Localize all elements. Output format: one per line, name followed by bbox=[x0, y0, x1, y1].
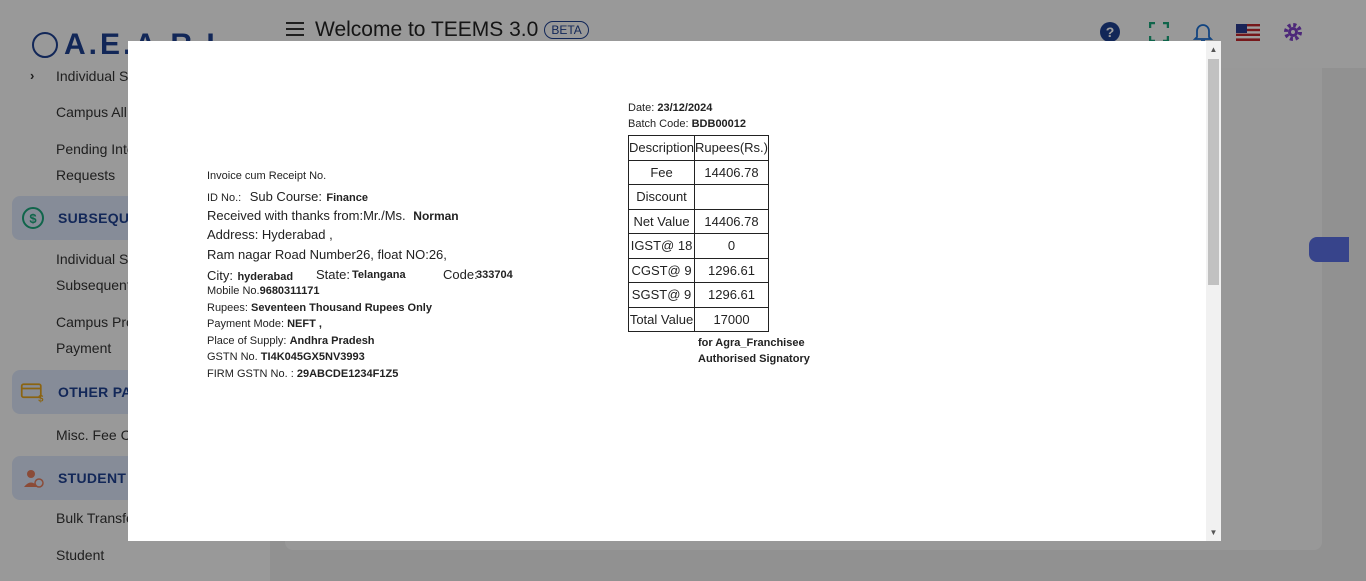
row-description: Total Value bbox=[627, 306, 696, 332]
row-amount: 17000 bbox=[694, 306, 769, 332]
row-description: CGST@ 9 bbox=[627, 257, 696, 283]
row-amount: 14406.78 bbox=[694, 208, 769, 234]
sub-course-value: Finance bbox=[326, 192, 368, 204]
row-amount: 0 bbox=[694, 233, 769, 259]
scroll-thumb[interactable] bbox=[1208, 59, 1219, 285]
payment-mode-value: NEFT , bbox=[287, 318, 322, 330]
row-description: IGST@ 18 bbox=[627, 233, 696, 259]
mobile-value: 9680311171 bbox=[259, 285, 320, 297]
received-value: Norman bbox=[413, 209, 459, 223]
id-subcourse-line: ID No.: Sub Course: Finance bbox=[207, 188, 368, 206]
place-of-supply-line: Place of Supply: Andhra Pradesh bbox=[207, 335, 375, 347]
table-row: SGST@ 9 1296.61 bbox=[627, 282, 769, 308]
place-label: Place of Supply: bbox=[207, 335, 287, 347]
row-description: Fee bbox=[627, 159, 696, 185]
date-line: Date: 23/12/2024 bbox=[628, 102, 712, 114]
row-amount: 1296.61 bbox=[694, 282, 769, 308]
code-label: Code: bbox=[443, 267, 478, 282]
mobile-label: Mobile No. bbox=[207, 285, 260, 297]
batch-value: BDB00012 bbox=[691, 118, 747, 130]
firm-gstn-label: FIRM GSTN No. : bbox=[207, 368, 294, 380]
row-amount: 14406.78 bbox=[694, 159, 769, 185]
place-value: Andhra Pradesh bbox=[289, 335, 375, 347]
batch-label: Batch Code: bbox=[628, 118, 689, 130]
payment-mode-label: Payment Mode: bbox=[207, 318, 285, 330]
modal-scrollbar[interactable]: ▲ ▼ bbox=[1206, 41, 1221, 541]
state-label: State: bbox=[316, 267, 350, 282]
received-label: Received with thanks from:Mr./Ms. bbox=[207, 208, 406, 223]
table-row: Fee 14406.78 bbox=[627, 159, 769, 185]
rupees-value: Seventeen Thousand Rupees Only bbox=[251, 302, 432, 314]
firm-gstn-line: FIRM GSTN No. : 29ABCDE1234F1Z5 bbox=[207, 368, 398, 380]
table-row: Net Value 14406.78 bbox=[627, 208, 769, 234]
date-value: 23/12/2024 bbox=[657, 102, 713, 114]
gstn-value: TI4K045GX5NV3993 bbox=[260, 351, 365, 363]
scroll-up-arrow-icon[interactable]: ▲ bbox=[1206, 41, 1221, 58]
signatory-for: for Agra_Franchisee bbox=[698, 337, 805, 349]
gstn-line: GSTN No. TI4K045GX5NV3993 bbox=[207, 351, 365, 363]
fee-table: Description Rupees(Rs.) Fee 14406.78 Dis… bbox=[627, 135, 769, 332]
column-header: Rupees(Rs.) bbox=[694, 135, 769, 161]
scroll-down-arrow-icon[interactable]: ▼ bbox=[1206, 524, 1221, 541]
invoice-label: Invoice cum Receipt No. bbox=[207, 170, 327, 182]
row-description: SGST@ 9 bbox=[627, 282, 696, 308]
address-line-1: Address: Hyderabad , bbox=[207, 227, 333, 242]
gstn-label: GSTN No. bbox=[207, 351, 258, 363]
table-row: Total Value 17000 bbox=[627, 306, 769, 332]
city-label: City: bbox=[207, 268, 233, 283]
row-description: Net Value bbox=[627, 208, 696, 234]
row-amount: 1296.61 bbox=[694, 257, 769, 283]
sub-course-label: Sub Course: bbox=[249, 189, 322, 204]
date-label: Date: bbox=[628, 102, 655, 114]
received-line: Received with thanks from:Mr./Ms. Norman bbox=[207, 208, 459, 223]
table-header-row: Description Rupees(Rs.) bbox=[627, 135, 769, 161]
row-description: Discount bbox=[627, 184, 696, 210]
payment-mode-line: Payment Mode: NEFT , bbox=[207, 318, 322, 330]
column-header: Description bbox=[627, 135, 696, 161]
id-label: ID No.: bbox=[207, 192, 242, 204]
row-amount bbox=[694, 184, 769, 210]
firm-gstn-value: 29ABCDE1234F1Z5 bbox=[296, 368, 399, 380]
signatory-title: Authorised Signatory bbox=[698, 353, 810, 365]
table-row: IGST@ 18 0 bbox=[627, 233, 769, 259]
city-state-code-line: City: hyderabad State: Telangana Code: 3… bbox=[207, 267, 527, 285]
address-line-2: Ram nagar Road Number26, float NO:26, bbox=[207, 247, 447, 262]
batch-line: Batch Code: BDB00012 bbox=[628, 118, 746, 130]
table-row: CGST@ 9 1296.61 bbox=[627, 257, 769, 283]
state-value: Telangana bbox=[352, 269, 406, 281]
rupees-line: Rupees: Seventeen Thousand Rupees Only bbox=[207, 302, 432, 314]
table-row: Discount bbox=[627, 184, 769, 210]
city-value: hyderabad bbox=[237, 271, 294, 283]
receipt-modal: Invoice cum Receipt No. ID No.: Sub Cour… bbox=[128, 41, 1221, 541]
rupees-label: Rupees: bbox=[207, 302, 248, 314]
code-value: 333704 bbox=[476, 269, 513, 281]
mobile-line: Mobile No.9680311171 bbox=[207, 285, 320, 297]
